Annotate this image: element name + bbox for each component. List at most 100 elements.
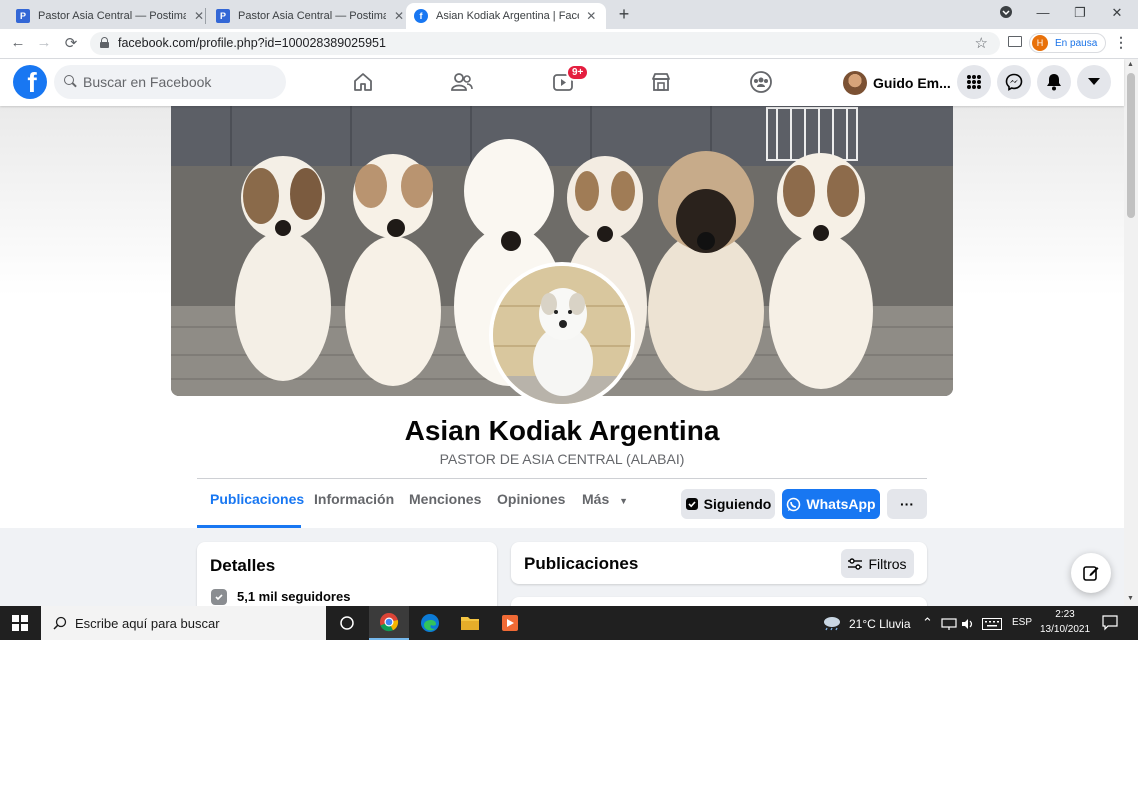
screenshot: P Pastor Asia Central — Postimage ✕ P Pa… xyxy=(0,0,1138,640)
filter-sliders-icon xyxy=(848,557,863,570)
whatsapp-icon xyxy=(787,497,801,511)
taskbar-search-text: Escribe aquí para buscar xyxy=(75,615,220,631)
lock-icon[interactable] xyxy=(100,37,109,48)
filters-button[interactable]: Filtros xyxy=(841,549,914,578)
posts-title: Publicaciones xyxy=(524,554,639,573)
cast-icon[interactable] xyxy=(1008,36,1022,47)
postimage-favicon-icon: P xyxy=(16,9,30,23)
browser-tab-2[interactable]: P Pastor Asia Central — Postimage ✕ xyxy=(208,3,414,29)
scrollbar-thumb[interactable] xyxy=(1127,73,1135,218)
page-scrollbar[interactable]: ▲ ▼ xyxy=(1124,59,1138,606)
compose-icon xyxy=(1083,566,1099,581)
keyboard-icon[interactable] xyxy=(982,617,1002,635)
facebook-header: f 9+ Guido Em... xyxy=(0,59,1124,106)
tab-informacion[interactable]: Información xyxy=(314,491,394,528)
back-arrow-icon[interactable]: ← xyxy=(8,34,28,51)
new-message-button[interactable] xyxy=(1071,553,1111,593)
menu-grid-icon[interactable] xyxy=(957,65,991,99)
page-title: Asian Kodiak Argentina xyxy=(404,415,720,446)
followers-check-icon xyxy=(211,589,227,605)
search-input[interactable] xyxy=(83,65,278,99)
user-name: Guido Em... xyxy=(873,74,951,91)
weather-cloud-icon[interactable] xyxy=(822,615,842,636)
facebook-favicon-icon: f xyxy=(414,9,428,23)
close-tab-icon[interactable]: ✕ xyxy=(392,9,406,23)
volume-icon[interactable] xyxy=(961,617,975,635)
tab-mas[interactable]: Más ▼ xyxy=(582,491,628,528)
browser-tab-title: Pastor Asia Central — Postimage xyxy=(38,10,186,22)
posts-header-card: Publicaciones Filtros xyxy=(511,542,927,584)
network-icon[interactable] xyxy=(941,617,957,635)
tab-menciones[interactable]: Menciones xyxy=(409,491,481,528)
notification-badge: 9+ xyxy=(566,64,590,81)
clock-date[interactable]: 13/10/2021 xyxy=(1040,624,1090,635)
facebook-search[interactable] xyxy=(54,65,286,99)
close-tab-icon[interactable]: ✕ xyxy=(585,9,598,23)
browser-menu-icon[interactable]: ⋮ xyxy=(1114,34,1128,51)
clock-time[interactable]: 2:23 xyxy=(1040,609,1090,620)
taskbar-search[interactable]: Escribe aquí para buscar xyxy=(41,606,326,640)
new-tab-button[interactable]: + xyxy=(614,4,634,25)
url-text[interactable]: facebook.com/profile.php?id=100028389025… xyxy=(118,36,386,50)
home-icon[interactable] xyxy=(350,69,376,95)
search-icon xyxy=(64,75,77,88)
browser-tab-title: Asian Kodiak Argentina | Facebook xyxy=(436,10,579,22)
browser-tab-active[interactable]: f Asian Kodiak Argentina | Facebook ✕ xyxy=(406,3,606,29)
forward-arrow-icon[interactable]: → xyxy=(34,34,54,51)
input-language[interactable]: ESP xyxy=(1012,617,1032,628)
address-bar[interactable]: facebook.com/profile.php?id=100028389025… xyxy=(90,32,1000,55)
browser-tab-1[interactable]: P Pastor Asia Central — Postimage ✕ xyxy=(8,3,214,29)
edge-icon[interactable] xyxy=(410,606,450,640)
browser-tab-strip: P Pastor Asia Central — Postimage ✕ P Pa… xyxy=(0,0,1138,29)
file-explorer-icon[interactable] xyxy=(450,606,490,640)
close-window-icon[interactable]: ✕ xyxy=(1107,5,1127,21)
tab-opiniones[interactable]: Opiniones xyxy=(497,491,565,528)
chrome-icon[interactable] xyxy=(369,606,409,640)
followers-count[interactable]: 5,1 mil seguidores xyxy=(237,589,350,604)
browser-toolbar: ← → ⟳ facebook.com/profile.php?id=100028… xyxy=(0,29,1138,59)
postimage-favicon-icon: P xyxy=(216,9,230,23)
windows-start-icon[interactable] xyxy=(0,606,40,640)
profile-header: Asian Kodiak Argentina PASTOR DE ASIA CE… xyxy=(0,106,1124,528)
scroll-down-arrow-icon[interactable]: ▼ xyxy=(1127,595,1134,602)
facebook-logo[interactable]: f xyxy=(13,65,47,99)
filters-label: Filtros xyxy=(868,555,907,572)
profile-avatar: H xyxy=(1032,35,1048,51)
messenger-icon[interactable] xyxy=(997,65,1031,99)
close-tab-icon[interactable]: ✕ xyxy=(192,9,206,23)
restore-icon[interactable]: ❐ xyxy=(1070,5,1090,21)
marketplace-icon[interactable] xyxy=(648,69,674,95)
following-label: Siguiendo xyxy=(703,496,772,512)
tab-mas-label: Más xyxy=(582,491,610,507)
minimize-icon[interactable]: — xyxy=(1033,5,1053,20)
action-center-icon[interactable] xyxy=(1102,615,1118,636)
browser-profile-button[interactable]: H En pausa xyxy=(1029,33,1106,53)
groups-icon[interactable] xyxy=(748,69,774,95)
sync-status: En pausa xyxy=(1055,37,1098,49)
notifications-bell-icon[interactable] xyxy=(1037,65,1071,99)
more-options-button[interactable]: ··· xyxy=(887,489,927,519)
whatsapp-button[interactable]: WhatsApp xyxy=(782,489,880,519)
page-category: PASTOR DE ASIA CENTRAL (ALABAI) xyxy=(439,451,685,467)
tab-search-icon[interactable] xyxy=(996,5,1016,22)
tray-chevron-up-icon[interactable]: ⌃ xyxy=(922,615,933,631)
windows-taskbar: Escribe aquí para buscar 21°C Lluvia ⌃ E… xyxy=(0,606,1138,640)
task-view-icon[interactable] xyxy=(327,606,367,640)
weather-text[interactable]: 21°C Lluvia xyxy=(849,617,911,631)
scroll-up-arrow-icon[interactable]: ▲ xyxy=(1127,61,1134,68)
media-player-icon[interactable] xyxy=(490,606,530,640)
browser-tab-title: Pastor Asia Central — Postimage xyxy=(238,10,386,22)
reload-icon[interactable]: ⟳ xyxy=(61,34,81,52)
following-button[interactable]: Siguiendo xyxy=(681,489,775,519)
user-avatar xyxy=(843,70,867,95)
user-profile-link[interactable]: Guido Em... xyxy=(843,69,951,96)
tab-publicaciones[interactable]: Publicaciones xyxy=(210,491,304,528)
profile-picture[interactable] xyxy=(489,262,635,408)
account-chevron-icon[interactable] xyxy=(1077,65,1111,99)
bookmark-star-icon[interactable]: ☆ xyxy=(975,34,988,52)
tab-separator xyxy=(205,8,206,24)
details-title: Detalles xyxy=(210,556,276,575)
friends-icon[interactable] xyxy=(449,69,475,95)
taskbar-search-icon xyxy=(53,616,67,630)
divider xyxy=(197,478,927,479)
